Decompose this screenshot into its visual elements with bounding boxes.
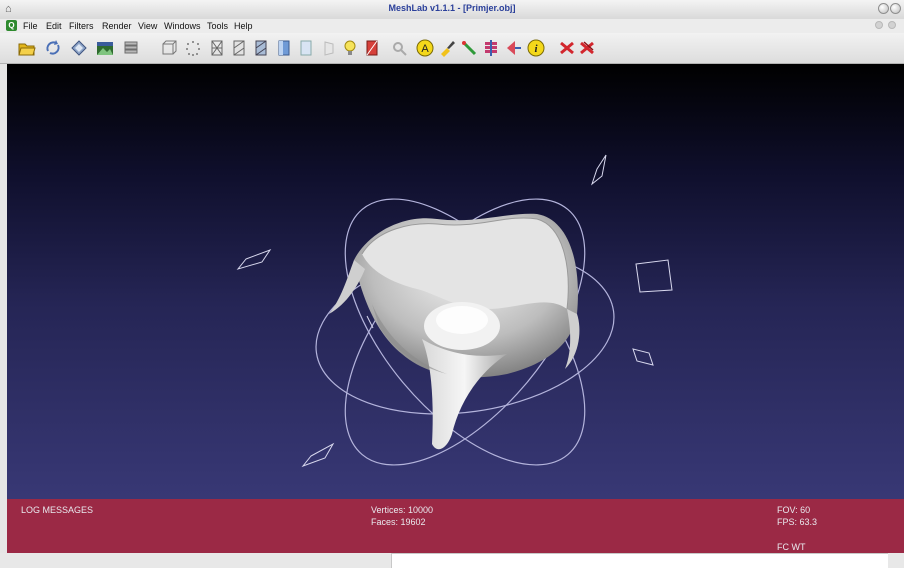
- paint-icon[interactable]: [438, 39, 456, 57]
- pick-icon[interactable]: [460, 39, 478, 57]
- svg-text:A: A: [421, 43, 429, 55]
- hidden-lines-icon[interactable]: [230, 39, 248, 57]
- bbox-icon[interactable]: [160, 39, 178, 57]
- log-messages-label: LOG MESSAGES: [21, 505, 94, 515]
- fov-value: FOV: 60: [777, 505, 811, 515]
- menu-render[interactable]: Render: [102, 21, 132, 31]
- open-folder-icon[interactable]: [18, 39, 36, 57]
- toolbar: A i: [0, 33, 904, 64]
- menu-view[interactable]: View: [138, 21, 157, 31]
- meshlab-logo-icon[interactable]: Q: [6, 20, 17, 31]
- color-icon[interactable]: [363, 39, 381, 57]
- save-icon[interactable]: [70, 39, 88, 57]
- render-mode: FC WT: [777, 542, 806, 552]
- annotation-icon[interactable]: A: [416, 39, 434, 57]
- menu-windows[interactable]: Windows: [164, 21, 201, 31]
- flat-lines-icon[interactable]: [252, 39, 270, 57]
- title-bar: ⌂ MeshLab v1.1.1 - [Primjer.obj]: [0, 0, 904, 20]
- light-icon[interactable]: [341, 39, 359, 57]
- select-icon[interactable]: [390, 39, 408, 57]
- reload-icon[interactable]: [44, 39, 62, 57]
- mesh-render: [236, 154, 673, 468]
- menu-filters[interactable]: Filters: [69, 21, 94, 31]
- delete-icon[interactable]: [558, 39, 576, 57]
- menu-bar: Q File Edit Filters Render View Windows …: [0, 19, 904, 33]
- measure-icon[interactable]: [482, 39, 500, 57]
- mdi-minimize-button[interactable]: [875, 21, 883, 29]
- window-title: MeshLab v1.1.1 - [Primjer.obj]: [388, 3, 516, 13]
- menu-help[interactable]: Help: [234, 21, 253, 31]
- info-panel: LOG MESSAGES Vertices: 10000 Faces: 1960…: [7, 499, 904, 553]
- close-button[interactable]: [890, 3, 901, 14]
- fps-value: FPS: 63.3: [777, 517, 818, 527]
- mesh-surface: [329, 213, 580, 450]
- points-icon[interactable]: [184, 39, 202, 57]
- align-icon[interactable]: [505, 39, 523, 57]
- back-face-icon[interactable]: [320, 39, 338, 57]
- menu-edit[interactable]: Edit: [46, 21, 62, 31]
- snapshot-icon[interactable]: [96, 39, 114, 57]
- wireframe-icon[interactable]: [208, 39, 226, 57]
- flat-icon[interactable]: [275, 39, 293, 57]
- layers-icon[interactable]: [122, 39, 140, 57]
- minimize-button[interactable]: [878, 3, 889, 14]
- log-panel[interactable]: [391, 553, 888, 568]
- info-icon[interactable]: i: [527, 39, 545, 57]
- render-viewport[interactable]: [7, 64, 904, 499]
- smooth-icon[interactable]: [297, 39, 315, 57]
- mdi-controls: [875, 21, 896, 29]
- delete-all-icon[interactable]: [578, 39, 596, 57]
- vertices-count: Vertices: 10000: [371, 505, 434, 515]
- mdi-close-button[interactable]: [888, 21, 896, 29]
- menu-tools[interactable]: Tools: [207, 21, 228, 31]
- faces-count: Faces: 19602: [371, 517, 426, 527]
- bottom-area: [0, 553, 904, 568]
- menu-file[interactable]: File: [23, 21, 38, 31]
